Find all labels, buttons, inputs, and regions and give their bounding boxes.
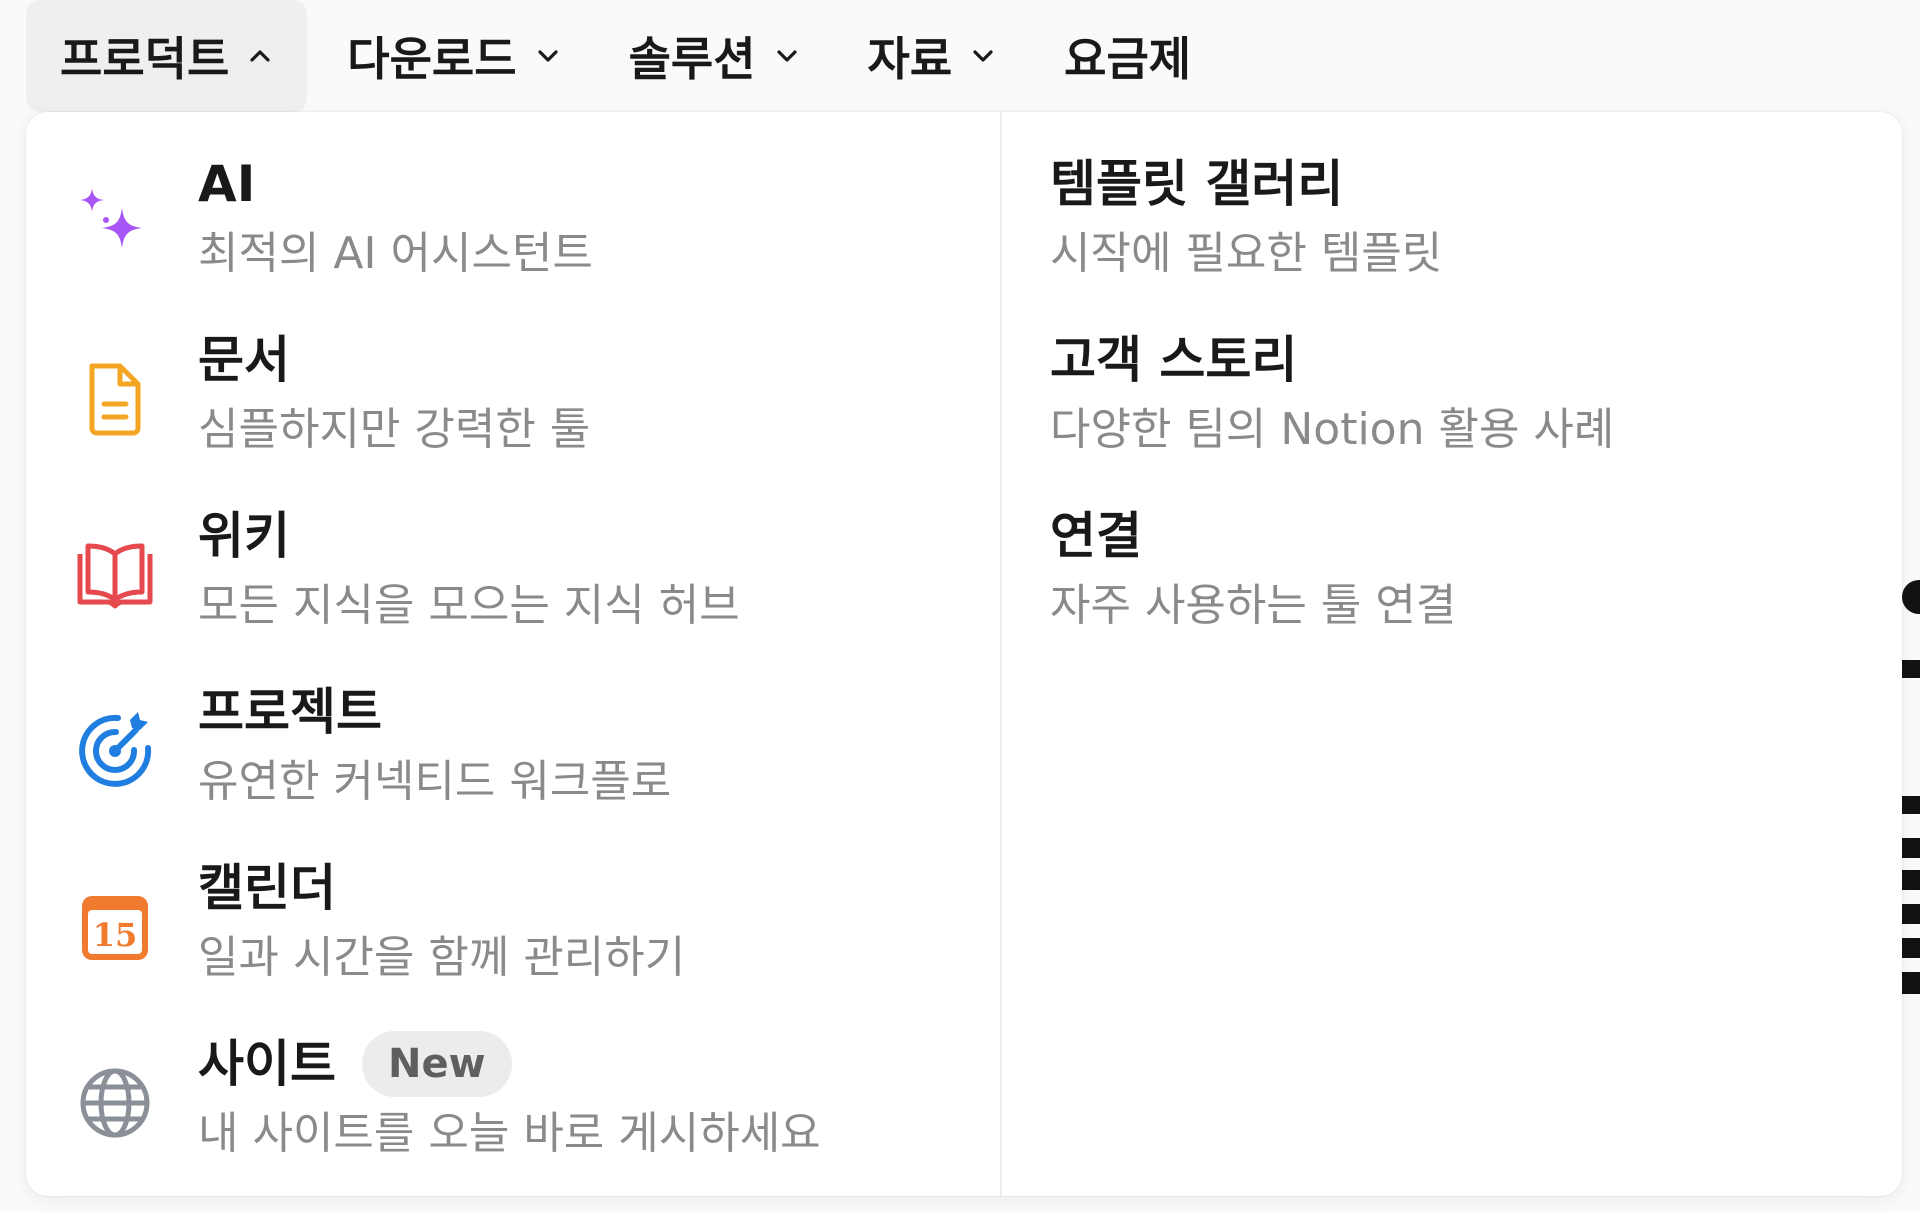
menu-item-title: 연결	[1050, 507, 1142, 565]
menu-item-title: AI	[198, 155, 256, 213]
menu-item-title: 사이트	[198, 1035, 336, 1093]
nav-item-label: 솔루션	[628, 32, 756, 86]
background-fragment	[1902, 660, 1920, 678]
menu-item-desc: 최적의 AI 어시스턴트	[198, 228, 593, 279]
background-fragment	[1902, 972, 1920, 994]
menu-item-ai[interactable]: AI 최적의 AI 어시스턴트	[26, 152, 1000, 328]
menu-item-text: 문서 심플하지만 강력한 툴	[198, 328, 590, 458]
chevron-down-icon	[970, 43, 996, 69]
menu-item-template-gallery[interactable]: 템플릿 갤러리 시작에 필요한 템플릿	[1050, 152, 1902, 328]
nav-item-solutions[interactable]: 솔루션	[595, 0, 834, 112]
background-fragment	[1902, 580, 1920, 614]
menu-item-desc: 시작에 필요한 템플릿	[1050, 228, 1443, 279]
product-dropdown: AI 최적의 AI 어시스턴트 문서 심플하지만 강력한 툴 위키 모든 지식을…	[26, 112, 1902, 1196]
menu-item-title: 템플릿 갤러리	[1050, 155, 1344, 213]
menu-item-wiki[interactable]: 위키 모든 지식을 모으는 지식 허브	[26, 504, 1000, 680]
menu-item-desc: 일과 시간을 함께 관리하기	[198, 932, 686, 983]
menu-item-text: 위키 모든 지식을 모으는 지식 허브	[198, 504, 740, 634]
nav-item-download[interactable]: 다운로드	[307, 0, 594, 112]
document-icon	[70, 354, 160, 444]
menu-item-desc: 심플하지만 강력한 툴	[198, 404, 591, 455]
page: 프로덕트 다운로드 솔루션 자료 요금제 AI 최적의 AI 어시스턴트 문서 …	[0, 0, 1920, 1212]
chevron-down-icon	[535, 43, 561, 69]
menu-item-integrations[interactable]: 연결 자주 사용하는 툴 연결	[1050, 504, 1902, 680]
menu-item-text: 사이트 New 내 사이트를 오늘 바로 게시하세요	[198, 1031, 821, 1162]
menu-item-customer-stories[interactable]: 고객 스토리 다양한 팀의 Notion 활용 사례	[1050, 328, 1902, 504]
menu-item-title: 위키	[198, 507, 290, 565]
background-fragment	[1902, 938, 1920, 958]
background-fragment	[1902, 904, 1920, 924]
calendar-day-text: 15	[93, 916, 138, 954]
nav-item-label: 자료	[867, 32, 953, 86]
nav-item-pricing[interactable]: 요금제	[1030, 0, 1225, 112]
nav-item-product[interactable]: 프로덕트	[26, 0, 308, 112]
menu-item-title-row: 사이트 New	[198, 1031, 821, 1097]
target-icon	[70, 706, 160, 796]
globe-icon	[70, 1058, 160, 1148]
book-icon	[70, 530, 160, 620]
menu-item-title: 캘린더	[198, 859, 336, 917]
dropdown-right-column: 템플릿 갤러리 시작에 필요한 템플릿 고객 스토리 다양한 팀의 Notion…	[1002, 112, 1902, 1196]
menu-item-desc: 자주 사용하는 툴 연결	[1050, 580, 1457, 631]
menu-item-title: 고객 스토리	[1050, 331, 1298, 389]
background-fragment	[1902, 870, 1920, 890]
menu-item-desc: 내 사이트를 오늘 바로 게시하세요	[198, 1108, 821, 1159]
chevron-up-icon	[247, 43, 273, 69]
menu-item-desc: 다양한 팀의 Notion 활용 사례	[1050, 404, 1615, 455]
menu-item-projects[interactable]: 프로젝트 유연한 커넥티드 워크플로	[26, 680, 1000, 856]
menu-item-desc: 유연한 커넥티드 워크플로	[198, 756, 672, 807]
chevron-down-icon	[774, 43, 800, 69]
menu-item-text: AI 최적의 AI 어시스턴트	[198, 152, 593, 282]
background-fragment	[1902, 796, 1920, 814]
menu-item-sites[interactable]: 사이트 New 내 사이트를 오늘 바로 게시하세요	[26, 1031, 1000, 1196]
menu-item-text: 캘린더 일과 시간을 함께 관리하기	[198, 856, 685, 986]
menu-item-docs[interactable]: 문서 심플하지만 강력한 툴	[26, 328, 1000, 504]
sparkles-icon	[70, 178, 160, 268]
background-fragment	[1902, 838, 1920, 858]
menu-item-title: 문서	[198, 331, 290, 389]
dropdown-left-column: AI 최적의 AI 어시스턴트 문서 심플하지만 강력한 툴 위키 모든 지식을…	[26, 112, 1000, 1196]
menu-item-calendar[interactable]: 15 캘린더 일과 시간을 함께 관리하기	[26, 856, 1000, 1032]
menu-item-title: 프로젝트	[198, 683, 382, 741]
top-nav: 프로덕트 다운로드 솔루션 자료 요금제	[26, 0, 1225, 112]
nav-item-resources[interactable]: 자료	[834, 0, 1031, 112]
calendar-icon: 15	[70, 882, 160, 972]
nav-item-label: 프로덕트	[60, 32, 230, 86]
new-badge: New	[362, 1031, 512, 1097]
nav-item-label: 요금제	[1064, 32, 1192, 86]
menu-item-text: 프로젝트 유연한 커넥티드 워크플로	[198, 680, 671, 810]
menu-item-desc: 모든 지식을 모으는 지식 허브	[198, 580, 740, 631]
nav-item-label: 다운로드	[347, 32, 517, 86]
